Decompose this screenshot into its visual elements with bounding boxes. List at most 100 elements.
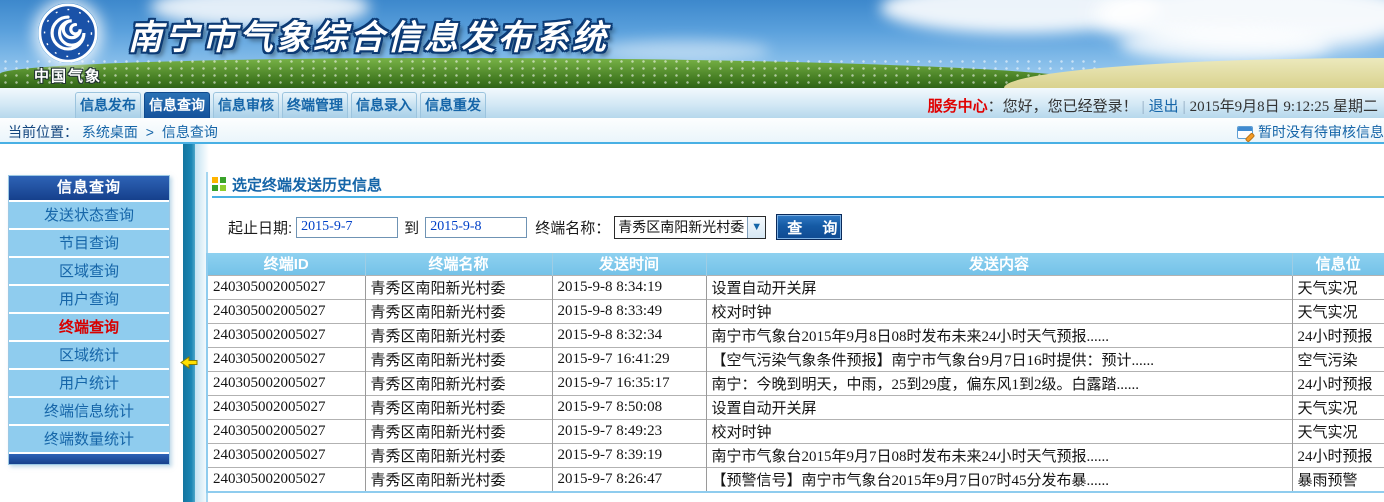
- login-greeting: ：您好，您已经登录！: [988, 99, 1138, 115]
- table-row[interactable]: 240305002005027 青秀区南阳新光村委 2015-9-7 16:35…: [208, 371, 1384, 395]
- sidebar-item[interactable]: 终端信息统计: [9, 396, 169, 424]
- cell-terminal-id: 240305002005027: [208, 275, 365, 299]
- to-label: 到: [404, 217, 419, 238]
- sidebar-item[interactable]: 用户统计: [9, 368, 169, 396]
- cell-terminal-name: 青秀区南阳新光村委: [365, 395, 552, 419]
- sidebar-item[interactable]: 节目查询: [9, 228, 169, 256]
- edit-document-icon: [1237, 126, 1253, 139]
- cell-send-time: 2015-9-7 8:50:08: [552, 395, 706, 419]
- cell-info-slot: 24小时预报: [1292, 443, 1384, 467]
- nav-tab[interactable]: 信息审核: [213, 92, 279, 118]
- query-button[interactable]: 查 询: [776, 214, 842, 240]
- date-from-input[interactable]: [296, 217, 398, 238]
- cell-terminal-id: 240305002005027: [208, 395, 365, 419]
- cell-terminal-name: 青秀区南阳新光村委: [365, 467, 552, 491]
- cell-send-time: 2015-9-7 8:26:47: [552, 467, 706, 491]
- cell-terminal-name: 青秀区南阳新光村委: [365, 371, 552, 395]
- table-header-row: 终端ID终端名称发送时间发送内容信息位: [208, 253, 1384, 275]
- table-row[interactable]: 240305002005027 青秀区南阳新光村委 2015-9-8 8:32:…: [208, 323, 1384, 347]
- table-row[interactable]: 240305002005027 青秀区南阳新光村委 2015-9-8 8:33:…: [208, 299, 1384, 323]
- cell-send-content: 南宁：今晚到明天，中雨，25到29度，偏东风1到2级。白露踏......: [706, 371, 1292, 395]
- sidebar-item[interactable]: 区域查询: [9, 256, 169, 284]
- terminal-select-value: 青秀区南阳新光村委: [615, 217, 747, 238]
- sidebar-item[interactable]: 终端数量统计: [9, 424, 169, 452]
- cma-logo-icon: [38, 3, 98, 63]
- date-range-label: 起止日期:: [228, 217, 292, 238]
- panel-title: 选定终端发送历史信息: [232, 174, 382, 195]
- cell-send-content: 校对时钟: [706, 299, 1292, 323]
- collapse-arrow-icon[interactable]: [180, 356, 198, 369]
- cell-send-time: 2015-9-7 8:49:23: [552, 419, 706, 443]
- table-row[interactable]: 240305002005027 青秀区南阳新光村委 2015-9-7 8:39:…: [208, 443, 1384, 467]
- nav-tabs: 信息发布信息查询信息审核终端管理信息录入信息重发: [75, 92, 486, 118]
- cell-info-slot: 暴雨预警: [1292, 467, 1384, 491]
- nav-tab[interactable]: 信息查询: [144, 92, 210, 118]
- grass-decoration: [0, 58, 1100, 88]
- query-form: 起止日期: 到 终端名称： 青秀区南阳新光村委 ▼ 查 询: [228, 213, 842, 241]
- cell-send-time: 2015-9-8 8:32:34: [552, 323, 706, 347]
- page-title: 南宁市气象综合信息发布系统: [128, 10, 609, 59]
- sidebar-menu: 信息查询 发送状态查询节目查询区域查询用户查询终端查询区域统计用户统计终端信息统…: [8, 175, 170, 465]
- terminal-name-label: 终端名称：: [535, 217, 610, 238]
- column-header: 终端ID: [208, 253, 365, 275]
- sidebar-item[interactable]: 发送状态查询: [9, 200, 169, 228]
- cell-send-content: 南宁市气象台2015年9月8日08时发布未来24小时天气预报......: [706, 323, 1292, 347]
- cell-send-time: 2015-9-7 8:39:19: [552, 443, 706, 467]
- cell-send-time: 2015-9-8 8:34:19: [552, 275, 706, 299]
- cell-terminal-name: 青秀区南阳新光村委: [365, 347, 552, 371]
- terminal-select[interactable]: 青秀区南阳新光村委 ▼: [614, 216, 766, 239]
- cell-info-slot: 空气污染: [1292, 347, 1384, 371]
- cell-send-content: 校对时钟: [706, 419, 1292, 443]
- table-row[interactable]: 240305002005027 青秀区南阳新光村委 2015-9-7 8:50:…: [208, 395, 1384, 419]
- cma-logo: 中国气象: [16, 3, 120, 86]
- sidebar-item[interactable]: 终端查询: [9, 312, 169, 340]
- cell-terminal-name: 青秀区南阳新光村委: [365, 299, 552, 323]
- history-table: 终端ID终端名称发送时间发送内容信息位 240305002005027 青秀区南…: [208, 253, 1384, 491]
- cell-terminal-id: 240305002005027: [208, 419, 365, 443]
- cell-terminal-name: 青秀区南阳新光村委: [365, 443, 552, 467]
- column-header: 终端名称: [365, 253, 552, 275]
- sidebar-items: 发送状态查询节目查询区域查询用户查询终端查询区域统计用户统计终端信息统计终端数量…: [9, 200, 169, 452]
- cell-info-slot: 24小时预报: [1292, 323, 1384, 347]
- logo-caption: 中国气象: [16, 65, 120, 86]
- datetime-display: 2015年9月8日 9:12:25 星期二: [1190, 99, 1378, 115]
- breadcrumb-label: 当前位置：: [8, 124, 78, 140]
- cell-send-content: 设置自动开关屏: [706, 275, 1292, 299]
- cell-terminal-id: 240305002005027: [208, 347, 365, 371]
- sidebar-item[interactable]: 区域统计: [9, 340, 169, 368]
- chevron-down-icon[interactable]: ▼: [747, 217, 765, 238]
- table-row[interactable]: 240305002005027 青秀区南阳新光村委 2015-9-7 16:41…: [208, 347, 1384, 371]
- cell-terminal-id: 240305002005027: [208, 467, 365, 491]
- date-to-input[interactable]: [425, 217, 527, 238]
- table-row[interactable]: 240305002005027 青秀区南阳新光村委 2015-9-7 8:49:…: [208, 419, 1384, 443]
- audit-notice: 暂时没有待审核信息: [1237, 122, 1384, 142]
- top-navbar: 信息发布信息查询信息审核终端管理信息录入信息重发 服务中心：您好，您已经登录！|…: [0, 88, 1384, 118]
- grid-icon: [212, 177, 226, 191]
- table-body: 240305002005027 青秀区南阳新光村委 2015-9-8 8:34:…: [208, 275, 1384, 491]
- cell-info-slot: 天气实况: [1292, 275, 1384, 299]
- sidebar-splitter[interactable]: [183, 144, 195, 502]
- sidebar-title: 信息查询: [9, 176, 169, 200]
- sidebar-item[interactable]: 用户查询: [9, 284, 169, 312]
- nav-tab[interactable]: 终端管理: [282, 92, 348, 118]
- cloud-decoration: [1120, 28, 1330, 62]
- table-row[interactable]: 240305002005027 青秀区南阳新光村委 2015-9-7 8:26:…: [208, 467, 1384, 491]
- breadcrumb-item-current[interactable]: 信息查询: [162, 124, 218, 140]
- page-header: 中国气象 南宁市气象综合信息发布系统: [0, 0, 1384, 88]
- app-window: 中国气象 南宁市气象综合信息发布系统 信息发布信息查询信息审核终端管理信息录入信…: [0, 0, 1384, 502]
- cell-terminal-name: 青秀区南阳新光村委: [365, 419, 552, 443]
- column-header: 信息位: [1292, 253, 1384, 275]
- breadcrumb-separator: >: [146, 124, 154, 140]
- service-center-label: 服务中心: [928, 99, 988, 115]
- panel-title-bar: 选定终端发送历史信息: [212, 172, 1384, 198]
- nav-tab[interactable]: 信息录入: [351, 92, 417, 118]
- nav-tab[interactable]: 信息重发: [420, 92, 486, 118]
- cell-terminal-name: 青秀区南阳新光村委: [365, 323, 552, 347]
- table-row[interactable]: 240305002005027 青秀区南阳新光村委 2015-9-8 8:34:…: [208, 275, 1384, 299]
- cell-terminal-id: 240305002005027: [208, 443, 365, 467]
- column-header: 发送时间: [552, 253, 706, 275]
- breadcrumb-item-desktop[interactable]: 系统桌面: [82, 124, 138, 140]
- nav-tab[interactable]: 信息发布: [75, 92, 141, 118]
- logout-link[interactable]: 退出: [1149, 99, 1179, 115]
- cell-send-time: 2015-9-7 16:41:29: [552, 347, 706, 371]
